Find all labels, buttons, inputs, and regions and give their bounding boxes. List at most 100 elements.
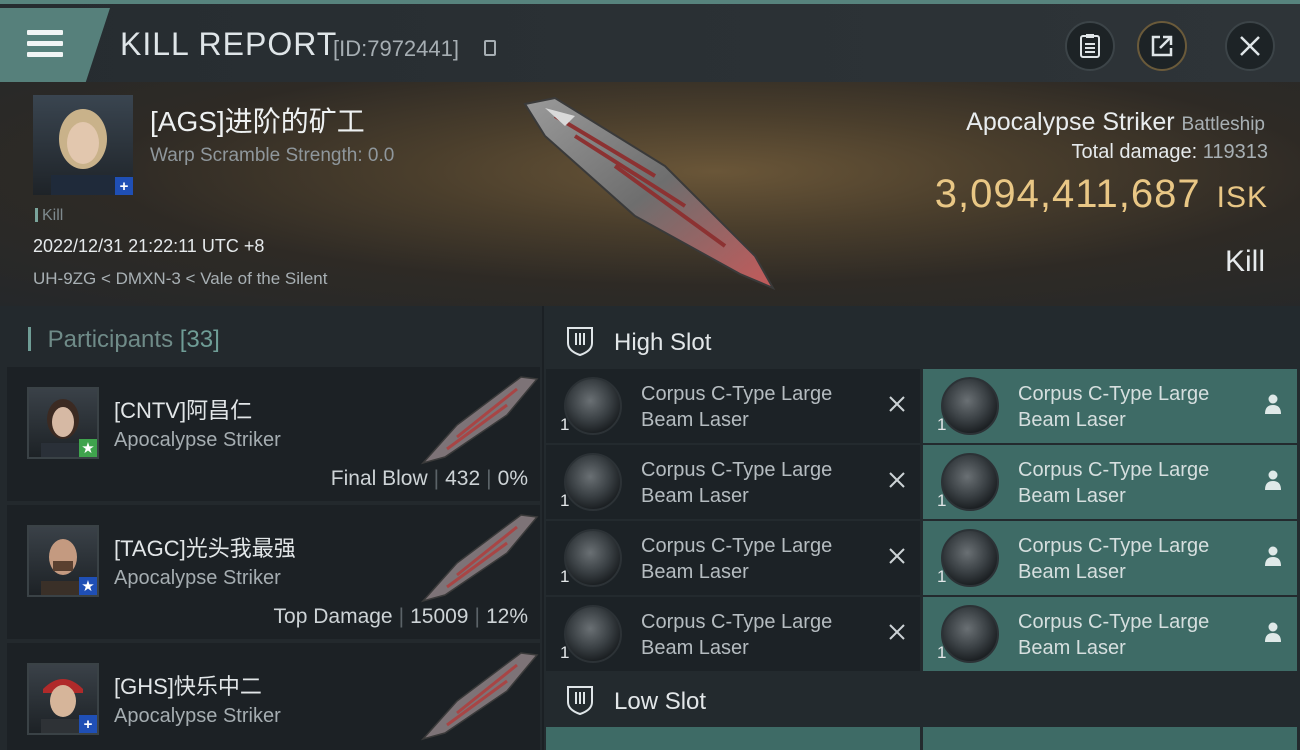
laser-module-icon <box>941 377 999 435</box>
menu-icon-bar <box>27 52 63 57</box>
participant-ship: Apocalypse Striker <box>114 705 281 727</box>
module-name: Corpus C-Type Large Beam Laser <box>641 535 833 583</box>
destroyed-icon <box>889 472 905 488</box>
total-damage: Total damage: 119313 <box>1072 141 1268 164</box>
person-icon <box>1265 394 1281 414</box>
warp-scramble-strength: Warp Scramble Strength: 0.0 <box>150 145 395 166</box>
module-destroyed[interactable]: 1 Corpus C-Type Large Beam Laser <box>546 369 920 443</box>
stat-label: Final Blow <box>330 467 428 490</box>
separator: | <box>474 605 480 628</box>
module-quantity: 1 <box>937 415 947 434</box>
separator: | <box>486 467 492 490</box>
participant-ship: Apocalypse Striker <box>114 429 281 451</box>
close-button[interactable] <box>1225 21 1275 71</box>
close-icon <box>1240 36 1260 56</box>
module-dropped[interactable] <box>923 727 1297 750</box>
isk-unit: ISK <box>1216 181 1268 214</box>
menu-icon-bar <box>27 41 63 46</box>
high-slot-icon <box>567 327 593 357</box>
victim-ship-image <box>523 96 776 291</box>
participant-row[interactable]: + [GHS]快乐中二 Apocalypse Striker <box>7 643 540 750</box>
laser-module-icon <box>941 605 999 663</box>
plus-icon: + <box>79 715 97 733</box>
laser-module-icon <box>564 453 622 511</box>
module-quantity: 1 <box>937 643 947 662</box>
kill-location[interactable]: UH-9ZG < DMXN-3 < Vale of the Silent <box>33 269 327 289</box>
module-destroyed[interactable]: 1 Corpus C-Type Large Beam Laser <box>546 521 920 595</box>
participant-name: [CNTV]阿昌仁 <box>114 398 253 423</box>
kill-result: Kill <box>1224 245 1265 278</box>
low-slot-icon <box>567 686 593 716</box>
participant-stats: Final Blow | 432 | 0% <box>331 467 528 491</box>
participant-ship-image <box>420 514 539 603</box>
isk-value: 3,094,411,687 ISK <box>935 172 1268 217</box>
module-name: Corpus C-Type Large Beam Laser <box>641 459 833 507</box>
module-destroyed[interactable]: 1 Corpus C-Type Large Beam Laser <box>546 597 920 671</box>
stat-damage: 15009 <box>410 605 469 628</box>
person-icon <box>1265 546 1281 566</box>
module-dropped[interactable]: 1 Corpus C-Type Large Beam Laser <box>923 445 1297 519</box>
high-slot-header: High Slot <box>544 312 1300 370</box>
stat-damage: 432 <box>445 467 481 490</box>
module-quantity: 1 <box>560 643 570 662</box>
high-slot-label: High Slot <box>614 329 712 356</box>
participant-ship-image <box>420 652 539 741</box>
destroyed-icon <box>889 396 905 412</box>
kill-id: [ID:7972441] <box>333 36 459 61</box>
separator: | <box>398 605 405 628</box>
module-quantity: 1 <box>937 567 947 586</box>
top-bar: KILL REPORT [ID:7972441] <box>0 0 1300 82</box>
laser-module-icon <box>564 377 622 435</box>
module-name: Corpus C-Type Large Beam Laser <box>641 383 833 431</box>
participant-row[interactable]: ★ [TAGC]光头我最强 Apocalypse Striker Top Dam… <box>7 505 540 639</box>
module-quantity: 1 <box>560 415 570 434</box>
low-slot-header: Low Slot <box>544 671 1300 729</box>
clipboard-button[interactable] <box>1065 21 1115 71</box>
low-slot-label: Low Slot <box>614 688 707 715</box>
module-name: Corpus C-Type Large Beam Laser <box>1018 535 1210 583</box>
participants-header: Participants [33] <box>28 326 220 354</box>
stat-label: Top Damage <box>273 605 393 628</box>
menu-icon <box>27 30 63 35</box>
victim-portrait[interactable]: + <box>33 95 133 195</box>
module-quantity: 1 <box>937 491 947 510</box>
participants-label: Participants <box>47 326 174 353</box>
total-damage-label: Total damage: <box>1071 141 1198 163</box>
stat-percent: 0% <box>497 467 528 490</box>
module-dropped[interactable]: 1 Corpus C-Type Large Beam Laser <box>923 521 1297 595</box>
participants-count: [33] <box>179 326 220 353</box>
ship-name: Apocalypse Striker <box>966 108 1175 136</box>
module-quantity: 1 <box>560 567 570 586</box>
participant-stats: Top Damage | 15009 | 12% <box>274 605 528 629</box>
destroyed-icon <box>889 548 905 564</box>
clipboard-icon <box>1080 34 1100 58</box>
module-destroyed[interactable]: 1 Corpus C-Type Large Beam Laser <box>546 445 920 519</box>
ship-class: Battleship <box>1181 114 1265 135</box>
total-damage-value: 119313 <box>1202 141 1268 163</box>
participant-row[interactable]: ★ [CNTV]阿昌仁 Apocalypse Striker Final Blo… <box>7 367 540 501</box>
module-name: Corpus C-Type Large Beam Laser <box>1018 611 1210 659</box>
module-name: Corpus C-Type Large Beam Laser <box>641 611 833 659</box>
page-title: KILL REPORT <box>120 26 338 62</box>
module-dropped[interactable]: 1 Corpus C-Type Large Beam Laser <box>923 597 1297 671</box>
copy-icon[interactable] <box>484 40 496 56</box>
kill-datetime: 2022/12/31 21:22:11 UTC +8 <box>33 236 265 256</box>
laser-module-icon <box>564 605 622 663</box>
victim-name: [AGS]进阶的矿工 <box>150 106 365 137</box>
plus-icon: + <box>115 177 133 195</box>
person-icon <box>1265 470 1281 490</box>
star-icon: ★ <box>79 577 97 595</box>
share-button[interactable] <box>1137 21 1187 71</box>
participant-ship-image <box>420 376 539 465</box>
laser-module-icon <box>941 453 999 511</box>
victim-ship-name: Apocalypse Striker Battleship <box>966 108 1265 137</box>
module-dropped[interactable]: 1 Corpus C-Type Large Beam Laser <box>923 369 1297 443</box>
participant-ship: Apocalypse Striker <box>114 567 281 589</box>
separator: | <box>433 467 440 490</box>
menu-button[interactable] <box>0 8 110 82</box>
module-quantity: 1 <box>560 491 570 510</box>
laser-module-icon <box>564 529 622 587</box>
share-icon <box>1151 35 1173 57</box>
star-icon: ★ <box>79 439 97 457</box>
module-dropped[interactable] <box>546 727 920 750</box>
